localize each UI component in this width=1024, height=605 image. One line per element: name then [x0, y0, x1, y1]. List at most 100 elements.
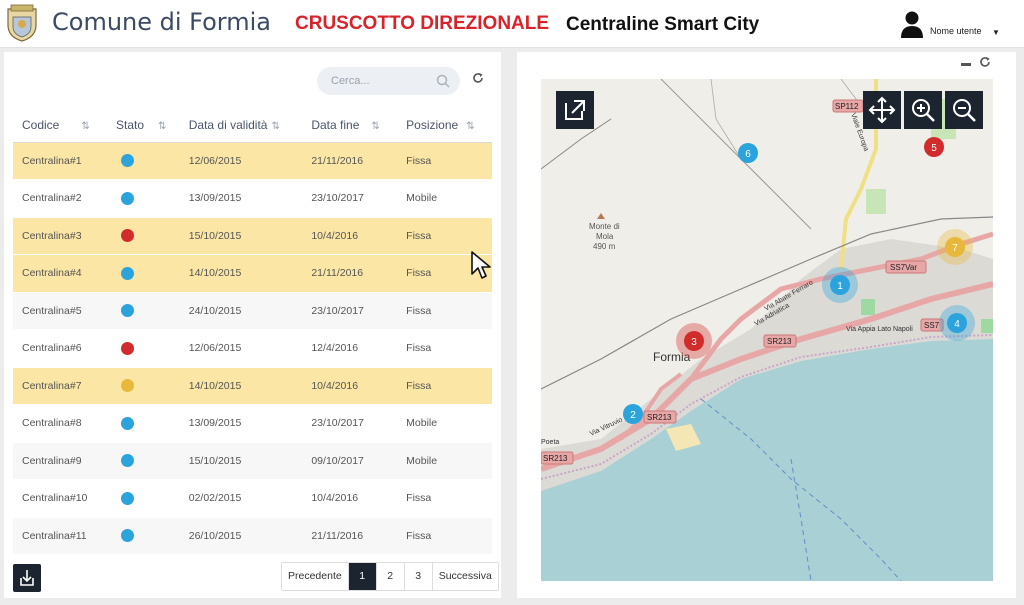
city-map[interactable]: Monte di Mola 490 m Formia SS7Var SR213 … — [541, 79, 993, 581]
search-icon[interactable] — [436, 74, 450, 88]
status-dot — [120, 529, 134, 543]
sort-icon[interactable]: ⇅ — [371, 121, 379, 132]
column-header-stato[interactable]: Stato ⇅ — [106, 108, 180, 143]
user-icon — [901, 11, 923, 38]
refresh-icon[interactable] — [979, 56, 991, 68]
marker-station-6[interactable]: 6 — [738, 143, 758, 163]
column-header-data-fine[interactable]: Data fine ⇅ — [302, 108, 398, 143]
cell-posizione: Mobile — [397, 404, 492, 443]
fullscreen-button[interactable] — [556, 91, 594, 129]
expand-icon — [565, 100, 585, 120]
next-page-button[interactable]: Successiva — [432, 563, 498, 590]
minimize-icon[interactable] — [961, 63, 971, 66]
search-box[interactable] — [317, 67, 460, 95]
column-header-codice[interactable]: Codice ⇅ — [13, 108, 107, 143]
pagination: Precedente 1 2 3 Successiva — [281, 562, 499, 591]
page-3-button[interactable]: 3 — [404, 563, 433, 590]
cell-data-validita: 14/10/2015 — [179, 367, 303, 405]
previous-page-button[interactable]: Precedente — [282, 563, 349, 590]
cell-data-fine: 12/4/2016 — [302, 329, 398, 368]
user-menu[interactable]: Nome utente ▼ — [900, 10, 1010, 40]
svg-text:3: 3 — [691, 337, 697, 348]
status-dot — [120, 266, 134, 280]
svg-text:5: 5 — [931, 143, 937, 154]
marker-station-5[interactable]: 5 — [924, 137, 944, 157]
cell-data-fine: 23/10/2017 — [302, 292, 398, 330]
cell-codice: Centralina#1 — [13, 142, 107, 180]
cell-data-validita: 13/09/2015 — [179, 179, 303, 218]
cell-posizione: Mobile — [397, 179, 492, 218]
zoom-out-button[interactable] — [945, 91, 983, 129]
cell-stato — [106, 517, 180, 555]
table-row[interactable]: Centralina#5 24/10/2015 23/10/2017 Fissa — [13, 292, 492, 330]
cell-data-fine: 10/4/2016 — [302, 217, 398, 255]
cell-stato — [106, 217, 180, 255]
cell-stato — [106, 329, 180, 368]
status-dot — [120, 341, 134, 355]
page-title: Comune di Formia — [52, 8, 271, 36]
cell-posizione: Fissa — [397, 142, 492, 180]
stations-table: Codice ⇅ Stato ⇅ Data di validità ⇅ Data fi… — [13, 108, 492, 555]
page-2-button[interactable]: 2 — [376, 563, 405, 590]
sort-icon[interactable]: ⇅ — [81, 121, 89, 132]
marker-station-2[interactable]: 2 — [623, 404, 643, 424]
street-label-poeta: Poeta — [541, 439, 559, 446]
table-row[interactable]: Centralina#3 15/10/2015 10/4/2016 Fissa — [13, 217, 492, 255]
download-icon — [20, 570, 34, 586]
cell-data-validita: 15/10/2015 — [179, 442, 303, 480]
search-input[interactable] — [331, 73, 431, 89]
status-dot — [120, 454, 134, 468]
marker-station-4[interactable]: 4 — [939, 305, 975, 341]
sort-icon[interactable]: ⇅ — [271, 121, 279, 132]
download-button[interactable] — [13, 564, 41, 592]
table-header-row: Codice ⇅ Stato ⇅ Data di validità ⇅ Data fi… — [13, 108, 492, 143]
table-row[interactable]: Centralina#6 12/06/2015 12/4/2016 Fissa — [13, 329, 492, 368]
marker-station-7[interactable]: 7 — [937, 229, 973, 265]
zoom-in-button[interactable] — [904, 91, 942, 129]
road-label-ss7: SS7 — [924, 321, 940, 330]
map-label-mountain: Monte di — [589, 222, 620, 231]
cell-data-validita: 26/10/2015 — [179, 517, 303, 555]
move-icon — [868, 96, 896, 124]
road-label-sr213-c: SR213 — [543, 454, 568, 463]
map-label-mountain2: Mola — [596, 232, 614, 241]
table-row[interactable]: Centralina#10 02/02/2015 10/4/2016 Fissa — [13, 479, 492, 518]
marker-station-3[interactable]: 3 — [676, 323, 712, 359]
table-row[interactable]: Centralina#9 15/10/2015 09/10/2017 Mobile — [13, 442, 492, 480]
column-header-data-validita[interactable]: Data di validità ⇅ — [179, 108, 303, 143]
table-row[interactable]: Centralina#4 14/10/2015 21/11/2016 Fissa — [13, 254, 492, 293]
svg-text:2: 2 — [630, 410, 636, 421]
pan-button[interactable] — [863, 91, 901, 129]
sort-icon[interactable]: ⇅ — [466, 121, 474, 132]
cell-stato — [106, 254, 180, 293]
status-dot — [120, 229, 134, 243]
status-dot — [120, 379, 134, 393]
table-row[interactable]: Centralina#11 26/10/2015 21/11/2016 Fissa — [13, 517, 492, 555]
cell-data-fine: 10/4/2016 — [302, 367, 398, 405]
cell-stato — [106, 479, 180, 518]
road-label-sp112: SP112 — [835, 102, 859, 111]
marker-station-1[interactable]: 1 — [822, 267, 858, 303]
map-canvas[interactable]: Monte di Mola 490 m Formia SS7Var SR213 … — [541, 79, 993, 581]
cell-posizione: Fissa — [397, 217, 492, 255]
cell-data-validita: 13/09/2015 — [179, 404, 303, 443]
cell-data-fine: 21/11/2016 — [302, 254, 398, 293]
status-dot — [120, 491, 134, 505]
table-row[interactable]: Centralina#7 14/10/2015 10/4/2016 Fissa — [13, 367, 492, 405]
cell-codice: Centralina#2 — [13, 179, 107, 218]
status-dot — [120, 154, 134, 168]
cell-posizione: Fissa — [397, 517, 492, 555]
cell-data-validita: 12/06/2015 — [179, 329, 303, 368]
sort-icon[interactable]: ⇅ — [158, 121, 166, 132]
table-row[interactable]: Centralina#1 12/06/2015 21/11/2016 Fissa — [13, 142, 492, 180]
table-row[interactable]: Centralina#2 13/09/2015 23/10/2017 Mobile — [13, 179, 492, 218]
stations-table-panel: Codice⇅ Stato⇅ Data di validità⇅ Data fi… — [4, 52, 501, 598]
refresh-icon[interactable] — [472, 72, 484, 84]
page-1-button[interactable]: 1 — [348, 563, 377, 590]
table-row[interactable]: Centralina#8 13/09/2015 23/10/2017 Mobile — [13, 404, 492, 443]
cell-data-fine: 09/10/2017 — [302, 442, 398, 480]
cell-codice: Centralina#4 — [13, 254, 107, 293]
column-header-posizione[interactable]: Posizione ⇅ — [397, 108, 492, 143]
zoom-out-icon — [953, 99, 976, 122]
svg-text:4: 4 — [954, 319, 960, 330]
